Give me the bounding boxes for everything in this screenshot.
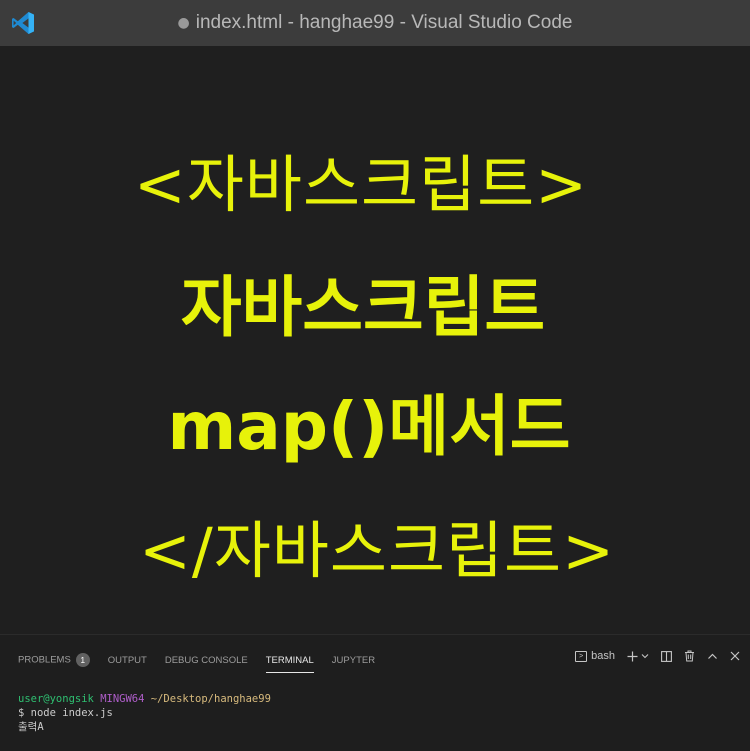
shell-selector[interactable]: > bash [575,650,615,662]
close-icon[interactable] [730,651,740,661]
trash-icon[interactable] [684,650,695,662]
plus-icon[interactable] [627,651,638,662]
chevron-up-icon[interactable] [707,651,718,662]
problems-count-badge: 1 [75,653,90,667]
tab-problems-label: PROBLEMS [18,654,71,666]
tab-debug-console[interactable]: DEBUG CONSOLE [165,655,248,666]
terminal-prompt-line: user@yongsik MINGW64 ~/Desktop/hanghae99 [18,692,271,706]
unsaved-indicator: ● [177,15,190,31]
editor-line-2: 자바스크립트 [180,269,546,346]
tab-output[interactable]: OUTPUT [108,655,147,666]
chevron-down-icon[interactable] [641,652,649,660]
panel-actions: > bash [563,650,740,662]
editor-line-4: </자바스크립트> [138,514,616,587]
terminal-icon: > [575,650,588,662]
window-title: index.html - hanghae99 - Visual Studio C… [195,12,573,33]
panel-tabs: PROBLEMS 1 OUTPUT DEBUG CONSOLE TERMINAL … [18,653,393,673]
tab-terminal[interactable]: TERMINAL [265,655,314,673]
bottom-panel: PROBLEMS 1 OUTPUT DEBUG CONSOLE TERMINAL … [0,634,750,751]
terminal-result: 출력A [18,721,44,733]
terminal-command: $ node index.js [18,707,113,719]
vscode-logo-icon [12,12,34,34]
shell-label: bash [591,650,615,662]
terminal-path: ~/Desktop/hanghae99 [150,693,271,705]
title-bar: ● index.html - hanghae99 - Visual Studio… [0,0,750,46]
editor-line-3: map()메서드 [167,388,571,465]
editor-area[interactable]: <자바스크립트> 자바스크립트 map()메서드 </자바스크립트> [0,46,750,634]
tab-jupyter[interactable]: JUPYTER [332,655,375,666]
editor-line-1: <자바스크립트> [133,148,589,221]
terminal-user: user@yongsik [18,693,94,705]
terminal-output[interactable]: user@yongsik MINGW64 ~/Desktop/hanghae99… [18,692,271,734]
tab-problems[interactable]: PROBLEMS 1 [18,653,90,667]
split-icon[interactable] [661,650,672,662]
terminal-host: MINGW64 [100,693,145,705]
